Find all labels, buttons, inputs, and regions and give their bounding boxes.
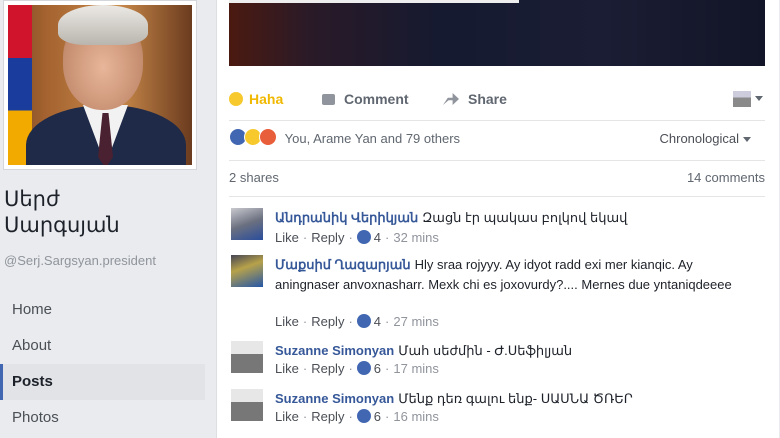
haha-label: Haha (249, 91, 284, 107)
divider (229, 120, 765, 121)
page-name-line1: Սերժ (4, 187, 60, 211)
comments-count[interactable]: 14 comments (687, 170, 765, 185)
page-nav: Home About Posts Photos (0, 292, 205, 436)
page-name-line2: Սարգսյան (4, 213, 120, 237)
avatar[interactable] (231, 208, 263, 240)
comment-meta: Like · Reply · 4 · 27 mins (275, 314, 439, 329)
reply-link[interactable]: Reply (311, 314, 344, 329)
angry-reaction-icon (259, 128, 277, 146)
chevron-down-icon (755, 96, 763, 102)
left-column: Սերժ Սարգսյան @Serj.Sargsyan.president H… (0, 0, 210, 438)
like-badge-icon (356, 409, 371, 423)
like-badge-icon (356, 314, 371, 328)
profile-photo[interactable] (3, 0, 197, 170)
comment-author[interactable]: Suzanne Simonyan (275, 343, 394, 358)
comment-time[interactable]: 32 mins (393, 230, 439, 245)
like-link[interactable]: Like (275, 361, 299, 376)
viewer-avatar-icon (733, 90, 751, 107)
page-name[interactable]: Սերժ Սարգսյան (4, 186, 120, 238)
haha-button[interactable]: Haha (229, 84, 283, 114)
portrait-hair (58, 5, 148, 45)
sort-dropdown[interactable]: Chronological (659, 126, 751, 152)
comment-author[interactable]: Անդրանիկ Վերիկյան (275, 210, 418, 225)
sort-label: Chronological (659, 131, 740, 146)
post-card: Haha Comment Share You, Arame Yan and 79… (216, 0, 779, 438)
reactions-text: You, Arame Yan and 79 others (284, 131, 461, 146)
like-link[interactable]: Like (275, 314, 299, 329)
comment-text: Մահ սեժմին - Ժ.Սեֆիլյան (398, 343, 573, 358)
avatar[interactable] (231, 389, 263, 421)
comment-body: Անդրանիկ Վերիկյան Զացն էր պակաս բոլկով եկ… (275, 208, 755, 228)
page-handle[interactable]: @Serj.Sargsyan.president (4, 253, 156, 268)
post-as-selector[interactable] (733, 90, 763, 108)
post-video[interactable] (229, 0, 765, 66)
share-icon (443, 93, 459, 105)
nav-item-about[interactable]: About (0, 328, 205, 364)
comment-meta: Like · Reply · 6 · 17 mins (275, 361, 439, 376)
reply-link[interactable]: Reply (311, 230, 344, 245)
reply-link[interactable]: Reply (311, 409, 344, 424)
divider (229, 160, 765, 161)
chevron-down-icon (743, 137, 751, 143)
reaction-count[interactable]: 4 (374, 230, 381, 245)
comment-body: Suzanne Simonyan Մահ սեժմին - Ժ.Սեֆիլյան (275, 341, 755, 361)
comment-meta: Like · Reply · 6 · 16 mins (275, 409, 439, 424)
comment-label: Comment (344, 91, 409, 107)
comment-body: Մաքսիմ Ղազարյան Hly sraa rojyyy. Ay idyot… (275, 255, 755, 295)
reactions-summary[interactable]: You, Arame Yan and 79 others Chronologic… (229, 126, 765, 152)
nav-item-home[interactable]: Home (0, 292, 205, 328)
share-label: Share (468, 91, 507, 107)
comment-body: Suzanne Simonyan Մենք դեռ գալու ենք- ՍԱՍՆ… (275, 389, 755, 409)
comment-author[interactable]: Մաքսիմ Ղազարյան (275, 257, 411, 272)
shares-link[interactable]: 2 shares (229, 170, 279, 185)
like-badge-icon (356, 230, 371, 244)
comment-time[interactable]: 17 mins (393, 361, 439, 376)
haha-icon (229, 92, 243, 106)
like-link[interactable]: Like (275, 230, 299, 245)
reaction-count[interactable]: 6 (374, 361, 381, 376)
avatar[interactable] (231, 341, 263, 373)
comment-author[interactable]: Suzanne Simonyan (275, 391, 394, 406)
like-link[interactable]: Like (275, 409, 299, 424)
reaction-count[interactable]: 4 (374, 314, 381, 329)
avatar[interactable] (231, 255, 263, 287)
like-badge-icon (356, 361, 371, 375)
comment-icon (322, 94, 335, 105)
reaction-count[interactable]: 6 (374, 409, 381, 424)
divider (229, 196, 765, 197)
video-top-bar (229, 0, 519, 3)
comment-text: Զացն էր պակաս բոլկով եկավ (422, 210, 628, 225)
nav-item-photos[interactable]: Photos (0, 400, 205, 436)
comment-button[interactable]: Comment (322, 84, 409, 114)
share-button[interactable]: Share (443, 84, 507, 114)
profile-photo-image (8, 5, 192, 165)
comment-time[interactable]: 27 mins (393, 314, 439, 329)
reply-link[interactable]: Reply (311, 361, 344, 376)
comment-time[interactable]: 16 mins (393, 409, 439, 424)
post-actions: Haha Comment Share (229, 84, 765, 114)
comment-meta: Like · Reply · 4 · 32 mins (275, 230, 439, 245)
comment-text: Մենք դեռ գալու ենք- ՍԱՍՆԱ ԾՌԵՐ (398, 391, 633, 406)
nav-item-posts[interactable]: Posts (0, 364, 205, 400)
